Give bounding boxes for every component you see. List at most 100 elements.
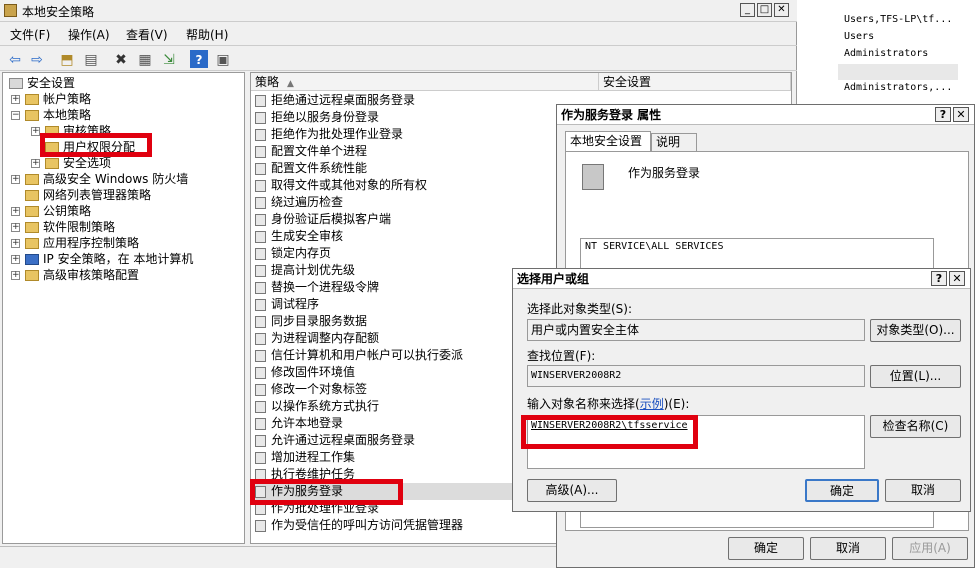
policy-icon bbox=[255, 316, 266, 328]
view-icon[interactable]: ▣ bbox=[214, 50, 232, 68]
policy-row-label: 作为受信任的呼叫方访问凭据管理器 bbox=[271, 518, 464, 532]
policy-name: 作为服务登录 bbox=[628, 166, 701, 180]
policy-row-label: 锁定内存页 bbox=[271, 246, 332, 260]
close-button[interactable]: ✕ bbox=[774, 3, 789, 17]
toolbar: ⇦ ⇨ ⬒ ▤ ✖ ▦ ⇲ ? ▣ bbox=[0, 45, 797, 71]
policy-row-label: 信任计算机和用户帐户可以执行委派 bbox=[271, 348, 464, 362]
policy-icon bbox=[255, 282, 266, 294]
policy-icon bbox=[255, 520, 266, 532]
policy-row-label: 替换一个进程级令牌 bbox=[271, 280, 380, 294]
title-bar: 本地安全策略 _ □ ✕ bbox=[0, 0, 797, 22]
apply-button[interactable]: 应用(A) bbox=[892, 537, 968, 560]
policy-icon bbox=[255, 418, 266, 430]
back-icon[interactable]: ⇦ bbox=[6, 50, 24, 68]
maximize-button[interactable]: □ bbox=[757, 3, 772, 17]
properties-title: 作为服务登录 属性 bbox=[557, 105, 974, 125]
server-icon bbox=[582, 164, 604, 190]
policy-row-label: 身份验证后模拟客户端 bbox=[271, 212, 392, 226]
policy-icon bbox=[255, 231, 266, 243]
app-icon bbox=[4, 4, 17, 17]
location-label: 查找位置(F): bbox=[527, 349, 596, 363]
policy-row-label: 拒绝以服务身份登录 bbox=[271, 110, 380, 124]
policy-row-label: 作为服务登录 bbox=[271, 484, 344, 498]
policy-row-label: 拒绝通过远程桌面服务登录 bbox=[271, 93, 416, 107]
help-button[interactable]: ? bbox=[935, 107, 951, 122]
help-button[interactable]: ? bbox=[931, 271, 947, 286]
menu-view[interactable]: 查看(V) bbox=[126, 26, 168, 43]
bg-user-entry: Administrators,... bbox=[844, 82, 953, 93]
object-type-label: 选择此对象类型(S): bbox=[527, 302, 633, 316]
tab-local-setting[interactable]: 本地安全设置 bbox=[565, 131, 651, 151]
bg-user-entry: Users,TFS-LP\tf... bbox=[844, 14, 953, 25]
menu-action[interactable]: 操作(A) bbox=[68, 26, 110, 43]
up-folder-icon[interactable]: ⬒ bbox=[58, 50, 76, 68]
policy-icon bbox=[255, 180, 266, 192]
policy-row-label: 调试程序 bbox=[271, 297, 320, 311]
ok-button[interactable]: 确定 bbox=[805, 479, 879, 502]
location-field: WINSERVER2008R2 bbox=[527, 365, 865, 387]
policy-icon bbox=[255, 95, 266, 107]
policy-row-label: 生成安全审核 bbox=[271, 229, 344, 243]
policy-icon bbox=[255, 163, 266, 175]
help-icon[interactable]: ? bbox=[190, 50, 208, 68]
delete-icon[interactable]: ✖ bbox=[112, 50, 130, 68]
policy-row-label: 取得文件或其他对象的所有权 bbox=[271, 178, 428, 192]
policy-icon bbox=[255, 469, 266, 481]
policy-row-label: 增加进程工作集 bbox=[271, 450, 356, 464]
check-names-button[interactable]: 检查名称(C) bbox=[870, 415, 961, 438]
examples-link[interactable]: 示例 bbox=[640, 397, 664, 411]
object-type-field: 用户或内置安全主体 bbox=[527, 319, 865, 341]
cancel-button[interactable]: 取消 bbox=[885, 479, 961, 502]
member-item[interactable]: NT SERVICE\ALL SERVICES bbox=[585, 241, 723, 252]
background-user-list: Users,TFS-LP\tf... Users Administrators … bbox=[798, 0, 975, 100]
show-hide-tree-icon[interactable]: ▤ bbox=[82, 50, 100, 68]
bg-user-entry: Users bbox=[844, 31, 875, 42]
menu-help[interactable]: 帮助(H) bbox=[186, 26, 228, 43]
export-icon[interactable]: ⇲ bbox=[160, 50, 178, 68]
object-name-value: WINSERVER2008R2\tfsservice bbox=[531, 420, 688, 431]
menu-file[interactable]: 文件(F) bbox=[10, 26, 50, 43]
policy-row-label: 同步目录服务数据 bbox=[271, 314, 368, 328]
policy-icon bbox=[255, 384, 266, 396]
policy-row-label: 配置文件单个进程 bbox=[271, 144, 368, 158]
select-title: 选择用户或组 bbox=[513, 269, 970, 289]
policy-icon bbox=[255, 197, 266, 209]
policy-row-label: 配置文件系统性能 bbox=[271, 161, 368, 175]
policy-row-label: 提高计划优先级 bbox=[271, 263, 356, 277]
close-button[interactable]: ✕ bbox=[953, 107, 969, 122]
object-name-label: 输入对象名称来选择(示例)(E): bbox=[527, 397, 690, 411]
policy-row-label: 绕过遍历检查 bbox=[271, 195, 344, 209]
object-name-input[interactable]: WINSERVER2008R2\tfsservice bbox=[527, 415, 865, 469]
minimize-button[interactable]: _ bbox=[740, 3, 755, 17]
col-header-setting[interactable]: 安全设置 bbox=[599, 73, 791, 91]
ok-button[interactable]: 确定 bbox=[728, 537, 804, 560]
policy-row-label: 修改一个对象标签 bbox=[271, 382, 368, 396]
col-header-policy[interactable]: 策略 ▲ bbox=[251, 73, 599, 91]
object-types-button[interactable]: 对象类型(O)... bbox=[870, 319, 961, 342]
policy-icon bbox=[255, 435, 266, 447]
bg-selected-row bbox=[838, 64, 958, 80]
policy-icon bbox=[255, 503, 266, 515]
cancel-button[interactable]: 取消 bbox=[810, 537, 886, 560]
bg-user-entry: Administrators bbox=[844, 48, 929, 59]
policy-icon bbox=[255, 299, 266, 311]
close-button[interactable]: ✕ bbox=[949, 271, 965, 286]
tree-pane: 安全设置 + 帐户策略 − 本地策略 + 审核策略 用户权限分配 + 安全选项 + 高级安… bbox=[2, 72, 245, 544]
advanced-button[interactable]: 高级(A)... bbox=[527, 479, 617, 502]
policy-row-label: 执行卷维护任务 bbox=[271, 467, 356, 481]
policy-icon bbox=[255, 486, 266, 498]
forward-icon[interactable]: ⇨ bbox=[28, 50, 46, 68]
policy-icon bbox=[255, 112, 266, 124]
policy-icon bbox=[255, 214, 266, 226]
policy-row-label: 以操作系统方式执行 bbox=[271, 399, 380, 413]
policy-icon bbox=[255, 333, 266, 345]
policy-icon bbox=[255, 350, 266, 362]
properties-icon[interactable]: ▦ bbox=[136, 50, 154, 68]
policy-icon bbox=[255, 129, 266, 141]
policy-row-label: 允许本地登录 bbox=[271, 416, 344, 430]
policy-icon bbox=[255, 248, 266, 260]
tab-explain[interactable]: 说明 bbox=[651, 133, 697, 151]
policy-icon bbox=[255, 265, 266, 277]
locations-button[interactable]: 位置(L)... bbox=[870, 365, 961, 388]
policy-row-label: 拒绝作为批处理作业登录 bbox=[271, 127, 404, 141]
